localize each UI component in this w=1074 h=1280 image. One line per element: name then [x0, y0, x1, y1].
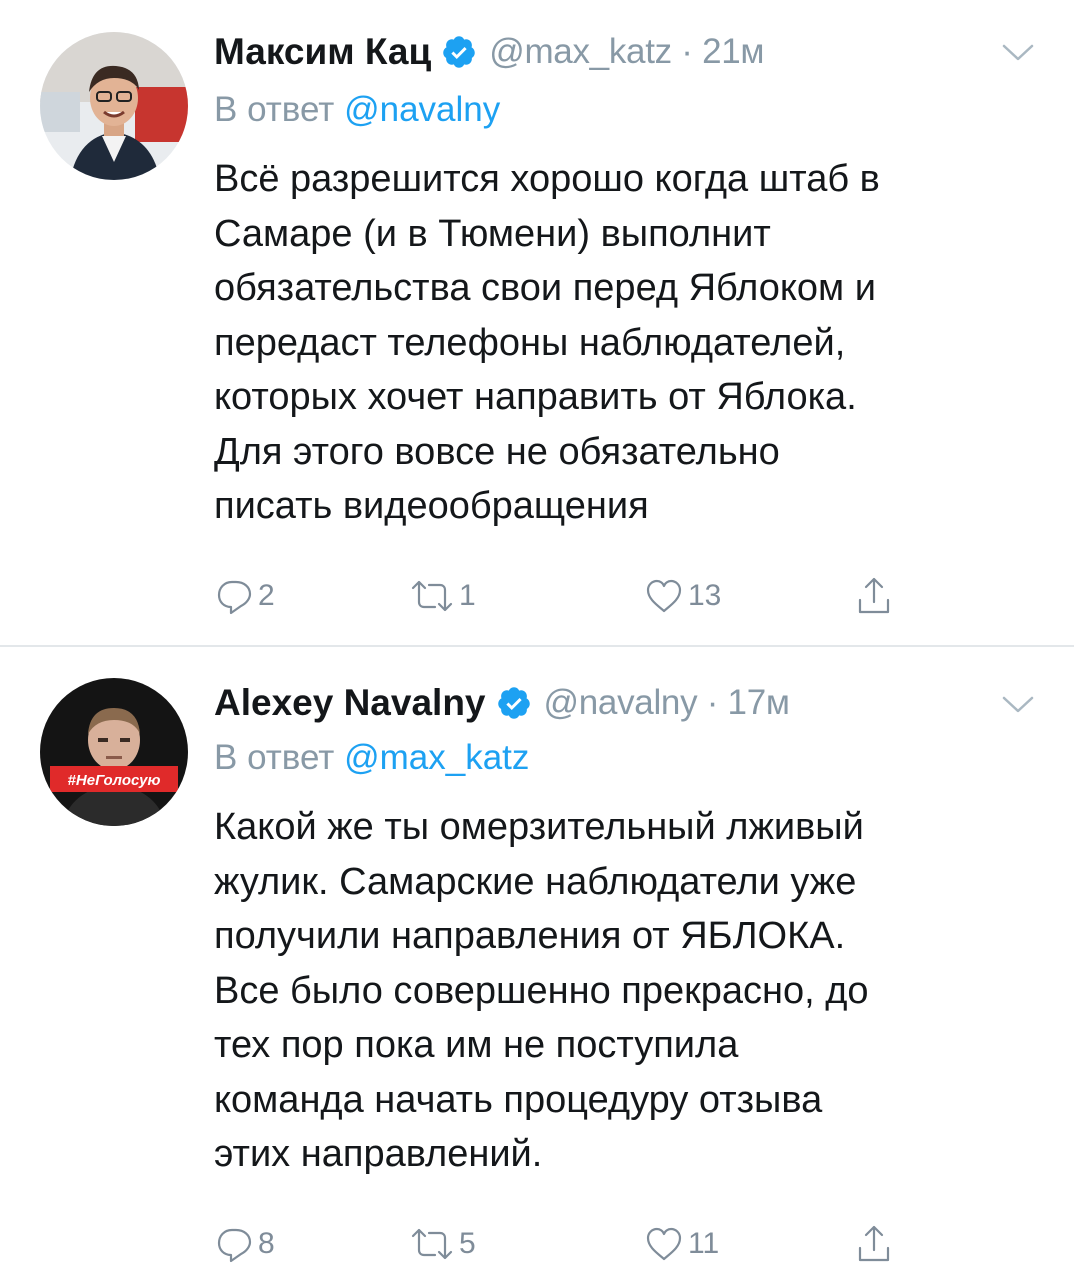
tweet-text-line: этих направлений. [214, 1133, 543, 1175]
reply-button[interactable]: 8 [214, 1220, 275, 1268]
like-icon [644, 1224, 684, 1264]
tweet-text-line: Все было совершенно прекрасно, до [214, 969, 869, 1012]
retweet-button[interactable]: 5 [409, 1220, 476, 1268]
tweet-text-line: Всё разрешится хорошо когда штаб в [214, 158, 880, 200]
tweet-time: 21м [702, 32, 765, 71]
avatar-badge: #НеГолосую [68, 772, 161, 789]
reply-icon [214, 1224, 254, 1264]
tweet-time: 17м [727, 683, 790, 722]
reply-icon [214, 576, 254, 616]
retweet-count: 1 [459, 579, 476, 612]
tweet-text-line: команда начать процедуру отзыва [214, 1078, 823, 1121]
verified-badge-icon [496, 685, 532, 721]
avatar[interactable] [40, 32, 188, 180]
share-button[interactable] [854, 572, 894, 620]
chevron-down-icon[interactable] [1000, 694, 1036, 716]
tweet-text-line: обязательства свои перед Яблоком и [214, 267, 876, 309]
reply-count: 8 [258, 1227, 275, 1260]
retweet-count: 5 [459, 1227, 476, 1260]
share-icon [854, 574, 894, 618]
verified-badge-icon [441, 34, 477, 70]
separator: · [706, 683, 719, 722]
retweet-icon [409, 576, 455, 616]
reply-button[interactable]: 2 [214, 572, 275, 620]
tweet-text-line: писать видеообращения [214, 485, 649, 527]
tweet-text: Всё разрешится хорошо когда штаб в Самар… [214, 152, 1044, 534]
tweet-text-line: жулик. Самарские наблюдатели уже [214, 860, 857, 903]
tweet-actions: 2 1 13 [214, 572, 1034, 620]
reply-context: В ответ @max_katz [214, 738, 529, 778]
share-button[interactable] [854, 1220, 894, 1268]
reply-count: 2 [258, 579, 275, 612]
like-icon [644, 576, 684, 616]
like-button[interactable]: 13 [644, 572, 721, 620]
reply-mention-link[interactable]: @max_katz [344, 738, 529, 777]
author-name[interactable]: Максим Кац [214, 31, 431, 73]
tweet-header: Alexey Navalny @navalny · 17м [214, 678, 790, 728]
handle-and-time[interactable]: @navalny · 17м [544, 683, 790, 723]
reply-prefix: В ответ [214, 738, 335, 777]
author-handle: @navalny [543, 683, 698, 722]
tweet-actions: 8 5 11 [214, 1220, 1034, 1268]
retweet-icon [409, 1224, 455, 1264]
separator: · [681, 32, 693, 71]
chevron-down-icon[interactable] [1000, 42, 1036, 64]
handle-and-time[interactable]: @max_katz · 21м [489, 32, 764, 72]
tweet-text-line: передаст телефоны наблюдателей, [214, 321, 846, 364]
share-icon [854, 1222, 894, 1266]
tweet-header: Максим Кац @max_katz · 21м [214, 27, 764, 77]
retweet-button[interactable]: 1 [409, 572, 476, 620]
tweet-text-line: тех пор пока им не поступила [214, 1024, 739, 1066]
tweet-text-line: получили направления от ЯБЛОКА. [214, 915, 846, 957]
reply-mention-link[interactable]: @navalny [344, 90, 500, 129]
tweet-text-line: Какой же ты омерзительный лживый [214, 806, 864, 848]
tweet[interactable]: #НеГолосую Alexey Navalny @navalny · 17м… [0, 648, 1074, 1280]
tweet-text-line: Для этого вовсе не обязательно [214, 430, 780, 473]
tweet-text: Какой же ты омерзительный лживый жулик. … [214, 800, 1044, 1182]
like-button[interactable]: 11 [644, 1220, 719, 1268]
reply-prefix: В ответ [214, 90, 335, 129]
tweet-text-line: которых хочет направить от Яблока. [214, 376, 857, 418]
reply-context: В ответ @navalny [214, 90, 500, 130]
like-count: 11 [688, 1227, 720, 1260]
tweet[interactable]: Максим Кац @max_katz · 21м В ответ @nava… [0, 0, 1074, 648]
tweet-text-line: Самаре (и в Тюмени) выполнит [214, 212, 771, 255]
avatar[interactable]: #НеГолосую [40, 678, 188, 826]
like-count: 13 [688, 579, 722, 612]
author-handle: @max_katz [489, 32, 672, 71]
tweet-divider [0, 645, 1074, 647]
author-name[interactable]: Alexey Navalny [214, 682, 486, 724]
